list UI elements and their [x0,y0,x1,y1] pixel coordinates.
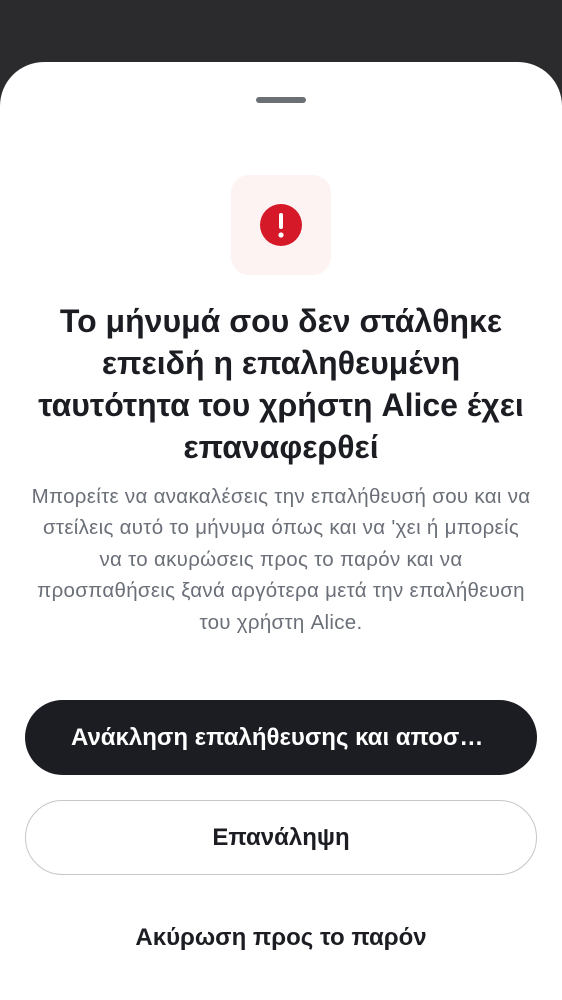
retry-label: Επανάληψη [212,823,350,851]
alert-icon-container [231,175,331,275]
dialog-title: Το μήνυμά σου δεν στάλθηκε επειδή η επαλ… [38,303,524,465]
drag-handle[interactable] [256,97,306,103]
withdraw-verification-and-send-label: Ανάκληση επαλήθευσης και αποστολή [71,723,491,751]
cancel-for-now-button[interactable]: Ακύρωση προς το παρόν [25,902,537,974]
dialog-description: Μπορείτε να ανακαλέσεις την επαλήθευσή σ… [31,485,531,634]
bottom-sheet-dialog: Το μήνυμά σου δεν στάλθηκε επειδή η επαλ… [0,62,562,1000]
retry-button[interactable]: Επανάληψη [25,800,537,875]
cancel-for-now-label: Ακύρωση προς το παρόν [135,924,427,951]
exclamation-circle-icon [260,204,302,246]
withdraw-verification-and-send-button[interactable]: Ανάκληση επαλήθευσης και αποστολή [25,700,537,775]
